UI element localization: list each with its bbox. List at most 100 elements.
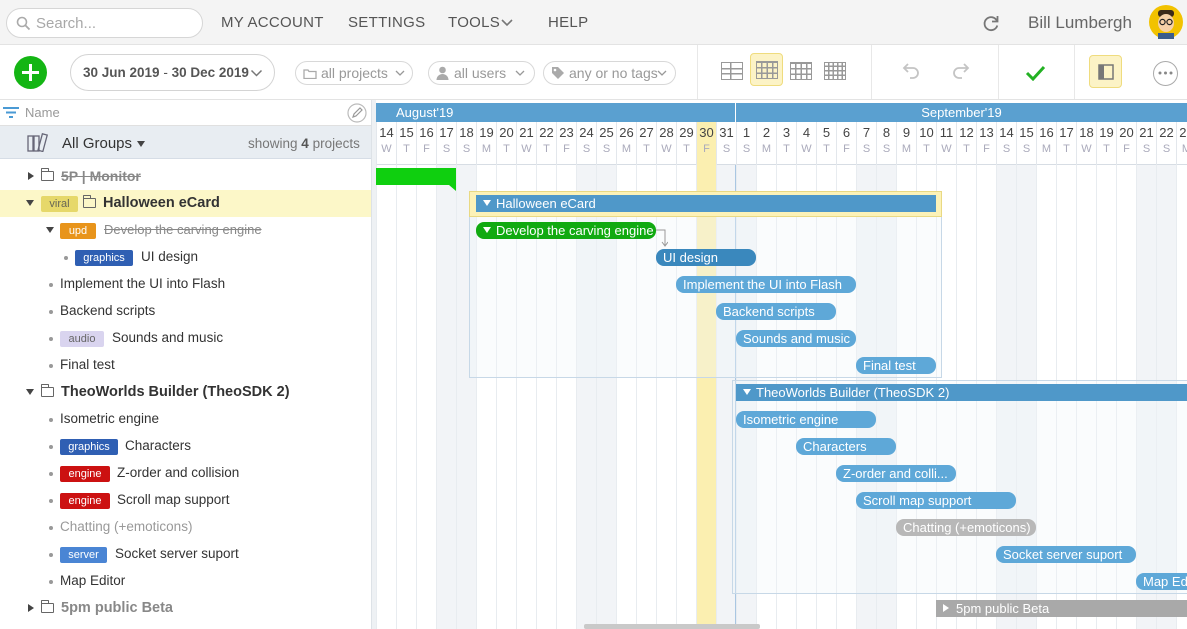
expand-icon[interactable] [28, 172, 34, 180]
project-bar-halloween[interactable]: Halloween eCard [476, 195, 936, 212]
task-bar-backend[interactable]: Backend scripts [716, 303, 836, 320]
day-cell: 25 S [596, 122, 616, 165]
task-bar-zorder[interactable]: Z-order and colli... [836, 465, 956, 482]
task-bar-carving[interactable]: Develop the carving engine [476, 222, 656, 239]
day-cell: 13 F [976, 122, 996, 165]
collapse-icon[interactable] [483, 200, 491, 206]
task-row[interactable]: upd Develop the carving engine [0, 217, 371, 244]
weekday-letter: T [1103, 143, 1110, 155]
task-bar-socket[interactable]: Socket server suport [996, 546, 1136, 563]
collapse-icon[interactable] [26, 389, 34, 395]
edit-icon[interactable] [347, 103, 367, 123]
search-input[interactable]: Search... [6, 8, 203, 38]
task-row[interactable]: server Socket server suport [0, 541, 371, 568]
bar-label: Map Edi [1143, 574, 1187, 589]
task-row[interactable]: Backend scripts [0, 298, 371, 325]
name-column-header[interactable]: Name [25, 105, 60, 120]
view-day-icon[interactable] [790, 62, 812, 80]
tag-badge: engine [60, 466, 110, 482]
day-number: 18 [1079, 125, 1094, 140]
add-button[interactable] [14, 56, 47, 89]
task-bar-final-test[interactable]: Final test [856, 357, 936, 374]
day-cell: 17 T [1056, 122, 1076, 165]
refresh-icon[interactable] [981, 13, 1001, 33]
users-filter[interactable]: all users [428, 61, 535, 85]
task-row[interactable]: Final test [0, 352, 371, 379]
nav-settings[interactable]: SETTINGS [348, 14, 425, 31]
sort-icon[interactable] [3, 106, 19, 119]
date-separator: - [159, 65, 172, 80]
nav-help[interactable]: HELP [548, 14, 588, 31]
project-bar-theoworlds[interactable]: TheoWorlds Builder (TheoSDK 2) [736, 384, 1187, 401]
day-cell: 1S [736, 122, 756, 165]
chevron-down-icon[interactable] [500, 18, 514, 28]
task-row[interactable]: audio Sounds and music [0, 325, 371, 352]
more-options-button[interactable] [1153, 61, 1178, 86]
avatar[interactable] [1149, 5, 1183, 39]
bullet [49, 499, 53, 503]
projects-filter[interactable]: all projects [295, 61, 413, 85]
project-row[interactable]: 5P | Monitor [0, 163, 371, 190]
task-row[interactable]: engine Scroll map support [0, 487, 371, 514]
project-row[interactable]: viral Halloween eCard [0, 190, 371, 217]
undo-icon[interactable] [899, 62, 921, 80]
weekday-letter: F [423, 143, 430, 155]
task-bar-chatting[interactable]: Chatting (+emoticons) [896, 519, 1036, 536]
task-row[interactable]: Chatting (+emoticons) [0, 514, 371, 541]
tags-filter[interactable]: any or no tags [543, 61, 676, 85]
task-row[interactable]: graphics UI design [0, 244, 371, 271]
task-row[interactable]: graphics Characters [0, 433, 371, 460]
view-hour-icon[interactable] [824, 62, 846, 80]
collapse-icon[interactable] [483, 227, 491, 233]
month-label: September'19 [921, 105, 1002, 120]
day-number: 3 [782, 125, 791, 140]
view-month-icon[interactable] [721, 62, 743, 80]
task-bar-sounds[interactable]: Sounds and music [736, 330, 856, 347]
weekday-letter: S [1142, 143, 1151, 155]
task-row[interactable]: Isometric engine [0, 406, 371, 433]
collapse-icon[interactable] [46, 227, 54, 233]
project-bar-5p-monitor[interactable] [376, 168, 456, 185]
user-name[interactable]: Bill Lumbergh [1028, 13, 1132, 33]
day-number: 20 [499, 125, 514, 140]
expand-icon[interactable] [28, 604, 34, 612]
task-bar-scroll[interactable]: Scroll map support [856, 492, 1016, 509]
nav-tools[interactable]: TOOLS [448, 14, 500, 31]
day-cell: 20 T [496, 122, 516, 165]
date-range-picker[interactable]: 30 Jun 2019 - 30 Dec 2019 [70, 54, 275, 91]
project-row[interactable]: 5pm public Beta [0, 595, 371, 622]
day-number: 7 [862, 125, 871, 140]
redo-icon[interactable] [951, 62, 973, 80]
view-week-button[interactable] [750, 53, 783, 86]
group-selector[interactable]: All Groups [62, 135, 132, 152]
weekday-letter: W [661, 143, 672, 155]
folder-icon [41, 600, 54, 613]
task-bar-ui-design[interactable]: UI design [656, 249, 756, 266]
task-bar-map-editor[interactable]: Map Edi [1136, 573, 1187, 590]
task-row[interactable]: Map Editor [0, 568, 371, 595]
collapse-icon[interactable] [743, 389, 751, 395]
task-row[interactable]: engine Z-order and collision [0, 460, 371, 487]
task-row[interactable]: Implement the UI into Flash [0, 271, 371, 298]
caret-down-icon[interactable] [137, 141, 145, 147]
weekday-letter: F [1123, 143, 1130, 155]
sidebar-panel-icon [1098, 64, 1114, 80]
collapse-icon[interactable] [26, 200, 34, 206]
nav-my-account[interactable]: MY ACCOUNT [221, 14, 324, 31]
task-bar-implement[interactable]: Implement the UI into Flash [676, 276, 856, 293]
bar-label: Halloween eCard [496, 196, 596, 211]
project-row[interactable]: TheoWorlds Builder (TheoSDK 2) [0, 379, 371, 406]
weekday-letter: S [742, 143, 751, 155]
day-cell: 28 W [656, 122, 676, 165]
day-cell: 19 M [476, 122, 496, 165]
day-cell: 20 F [1116, 122, 1136, 165]
bullet [49, 553, 53, 557]
tag-badge: engine [60, 493, 110, 509]
horizontal-scrollbar[interactable] [584, 624, 760, 629]
project-bar-beta[interactable]: 5pm public Beta [936, 600, 1187, 617]
task-bar-characters[interactable]: Characters [796, 438, 896, 455]
checkmark-icon[interactable] [1025, 65, 1046, 81]
sidebar-toggle-button[interactable] [1089, 55, 1122, 88]
expand-icon[interactable] [943, 604, 949, 612]
task-bar-isometric[interactable]: Isometric engine [736, 411, 876, 428]
